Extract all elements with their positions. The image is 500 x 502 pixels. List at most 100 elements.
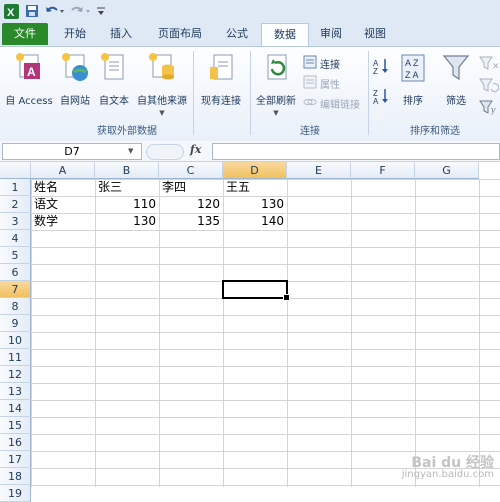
customize-icon[interactable] — [96, 3, 106, 19]
tab-data[interactable]: 数据 — [261, 23, 309, 47]
column-header-d[interactable]: D — [223, 162, 287, 179]
tab-view[interactable]: 视图 — [356, 24, 394, 44]
chevron-down-icon[interactable]: ▼ — [128, 147, 133, 155]
formula-bar-resize-handle[interactable] — [146, 144, 184, 160]
row-header-14[interactable]: 14 — [0, 400, 31, 417]
row-header-8[interactable]: 8 — [0, 298, 31, 315]
existing-connections-button[interactable]: 现有连接 — [196, 53, 246, 107]
tab-home[interactable]: 开始 — [56, 24, 94, 44]
row-header-10[interactable]: 10 — [0, 332, 31, 349]
row-header-16[interactable]: 16 — [0, 434, 31, 451]
excel-icon[interactable]: X — [3, 3, 19, 19]
tab-page-layout[interactable]: 页面布局 — [148, 24, 212, 44]
quick-access-toolbar: X — [0, 0, 500, 23]
row-header-9[interactable]: 9 — [0, 315, 31, 332]
connections-button[interactable]: 连接 — [303, 55, 340, 72]
refresh-icon — [254, 53, 298, 86]
svg-text:✕: ✕ — [492, 62, 499, 71]
refresh-all-button[interactable]: 全部刷新 ▼ — [254, 53, 298, 117]
active-cell-selection[interactable] — [222, 280, 290, 301]
from-web-label: 自网站 — [60, 96, 90, 107]
ribbon-tabs: 文件 开始 插入 页面布局 公式 数据 审阅 视图 — [0, 22, 500, 47]
from-text-button[interactable]: 自文本 — [95, 53, 133, 107]
column-header-f[interactable]: F — [351, 162, 415, 179]
svg-text:y: y — [490, 105, 496, 115]
tab-insert[interactable]: 插入 — [102, 24, 140, 44]
row-header-4[interactable]: 4 — [0, 230, 31, 247]
name-box[interactable]: D7 — [2, 143, 142, 160]
watermark-line1: Bai du 经验 — [411, 455, 494, 471]
edit-links-button[interactable]: 编辑链接 — [303, 95, 360, 112]
cell-b1[interactable]: 张三 — [95, 179, 159, 196]
watermark-line2: jingyan.baidu.com — [401, 469, 494, 480]
cell-c3[interactable]: 135 — [159, 213, 223, 230]
formula-bar: D7 ▼ fx — [0, 141, 500, 162]
cell-a3[interactable]: 数学 — [31, 213, 95, 230]
row-header-7[interactable]: 7 — [0, 281, 31, 298]
column-header-g[interactable]: G — [415, 162, 479, 179]
cell-c1[interactable]: 李四 — [159, 179, 223, 196]
save-icon[interactable] — [24, 3, 40, 19]
row-header-2[interactable]: 2 — [0, 196, 31, 213]
worksheet-grid[interactable]: ABCDEFG 1 2 3 4 5 6 7 8 9 10 11 12 13 14 15 16 17 18 19 姓名… — [0, 162, 500, 502]
row-header-19[interactable]: 19 — [0, 485, 31, 502]
group-separator — [250, 51, 251, 135]
edit-links-label: 编辑链接 — [320, 100, 360, 111]
from-other-sources-button[interactable]: 自其他来源 ▼ — [135, 53, 189, 117]
cell-b3[interactable]: 130 — [95, 213, 159, 230]
advanced-filter-button[interactable]: y — [478, 99, 500, 118]
from-access-button[interactable]: A 自 Access — [4, 53, 54, 107]
undo-icon[interactable] — [44, 3, 64, 19]
tab-file[interactable]: 文件 — [2, 23, 48, 45]
ribbon-data: A 自 Access 自网站 自文本 自其他来源 ▼ 现有连接 获取外部数据 全… — [0, 46, 500, 142]
advanced-filter-icon: y — [478, 99, 500, 118]
row-header-15[interactable]: 15 — [0, 417, 31, 434]
svg-text:X: X — [7, 7, 15, 19]
sort-ascending-button[interactable]: AZ — [372, 57, 392, 78]
sort-button[interactable]: A Z Z A 排序 — [396, 53, 430, 107]
properties-button[interactable]: 属性 — [303, 75, 340, 92]
database-icon — [135, 53, 189, 86]
text-file-icon — [95, 53, 133, 86]
from-web-button[interactable]: 自网站 — [56, 53, 94, 107]
properties-icon — [303, 75, 317, 92]
column-header-c[interactable]: C — [159, 162, 223, 179]
sort-descending-button[interactable]: ZA — [372, 87, 392, 108]
group-connections-label: 连接 — [300, 126, 320, 137]
reapply-button[interactable] — [478, 77, 500, 96]
existing-connections-label: 现有连接 — [201, 96, 241, 107]
tab-formulas[interactable]: 公式 — [218, 24, 256, 44]
cell-c2[interactable]: 120 — [159, 196, 223, 213]
filter-button[interactable]: 筛选 — [438, 53, 474, 107]
row-header-13[interactable]: 13 — [0, 383, 31, 400]
row-header-6[interactable]: 6 — [0, 264, 31, 281]
row-header-5[interactable]: 5 — [0, 247, 31, 264]
tab-review[interactable]: 审阅 — [312, 24, 350, 44]
cell-d3[interactable]: 140 — [223, 213, 287, 230]
cell-a1[interactable]: 姓名 — [31, 179, 95, 196]
row-header-3[interactable]: 3 — [0, 213, 31, 230]
redo-icon[interactable] — [70, 3, 92, 19]
column-header-a[interactable]: A — [31, 162, 95, 179]
select-all-corner[interactable] — [0, 162, 31, 179]
formula-input[interactable] — [212, 143, 500, 160]
column-header-b[interactable]: B — [95, 162, 159, 179]
clear-filter-button[interactable]: ✕ — [478, 55, 500, 74]
cell-a2[interactable]: 语文 — [31, 196, 95, 213]
row-header-1[interactable]: 1 — [0, 179, 31, 196]
properties-label: 属性 — [320, 80, 340, 91]
connections-label: 连接 — [320, 60, 340, 71]
row-header-17[interactable]: 17 — [0, 451, 31, 468]
row-header-18[interactable]: 18 — [0, 468, 31, 485]
reapply-icon — [478, 77, 500, 96]
row-header-11[interactable]: 11 — [0, 349, 31, 366]
cell-d1[interactable]: 王五 — [223, 179, 287, 196]
sort-ascending-icon: AZ — [372, 57, 392, 78]
row-header-12[interactable]: 12 — [0, 366, 31, 383]
svg-text:Z A: Z A — [405, 70, 419, 80]
watermark: Bai du 经验 jingyan.baidu.com — [401, 455, 494, 481]
cell-b2[interactable]: 110 — [95, 196, 159, 213]
column-header-e[interactable]: E — [287, 162, 351, 179]
insert-function-button[interactable]: fx — [190, 143, 201, 156]
cell-d2[interactable]: 130 — [223, 196, 287, 213]
